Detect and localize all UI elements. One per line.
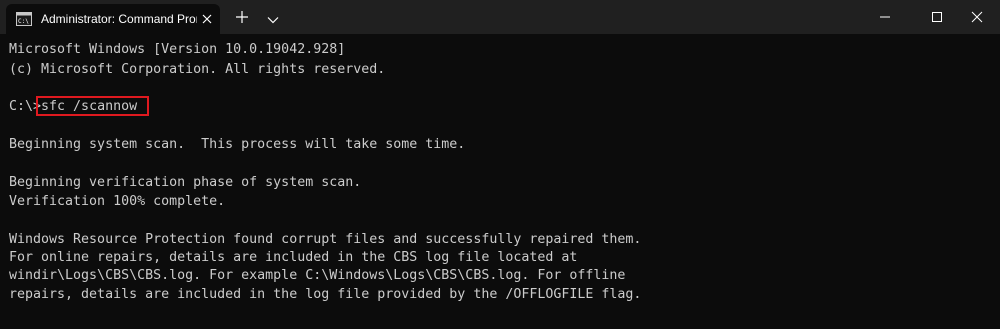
tab-command-prompt[interactable]: C:\ Administrator: Command Prompt — [6, 4, 220, 34]
console-output[interactable]: Microsoft Windows [Version 10.0.19042.92… — [9, 41, 994, 321]
banner-version-line: Microsoft Windows [Version 10.0.19042.92… — [9, 42, 346, 57]
terminal-icon: C:\ — [16, 12, 32, 26]
result-line-3: windir\Logs\CBS\CBS.log. For example C:\… — [9, 268, 626, 283]
close-icon — [971, 11, 983, 23]
command-highlight-box — [36, 96, 149, 116]
result-line-1: Windows Resource Protection found corrup… — [9, 232, 642, 247]
close-window-button[interactable] — [954, 0, 1000, 34]
minimize-icon — [880, 16, 890, 18]
minimize-button[interactable] — [862, 0, 908, 34]
result-line-4: repairs, details are included in the log… — [9, 287, 642, 302]
new-tab-plus-icon[interactable] — [234, 9, 250, 25]
verification-begin-line: Beginning verification phase of system s… — [9, 175, 362, 190]
title-bar[interactable]: C:\ Administrator: Command Prompt — [0, 0, 1000, 34]
maximize-icon — [932, 12, 942, 22]
close-tab-icon[interactable] — [200, 12, 214, 26]
banner-copyright-line: (c) Microsoft Corporation. All rights re… — [9, 62, 386, 77]
result-line-2: For online repairs, details are included… — [9, 250, 578, 265]
scan-begin-line: Beginning system scan. This process will… — [9, 137, 466, 152]
terminal-window: C:\ Administrator: Command Prompt — [0, 0, 1000, 329]
svg-text:C:\: C:\ — [18, 18, 29, 25]
chevron-down-icon[interactable] — [267, 12, 279, 24]
verification-complete-line: Verification 100% complete. — [9, 194, 226, 209]
tab-title: Administrator: Command Prompt — [41, 12, 197, 26]
